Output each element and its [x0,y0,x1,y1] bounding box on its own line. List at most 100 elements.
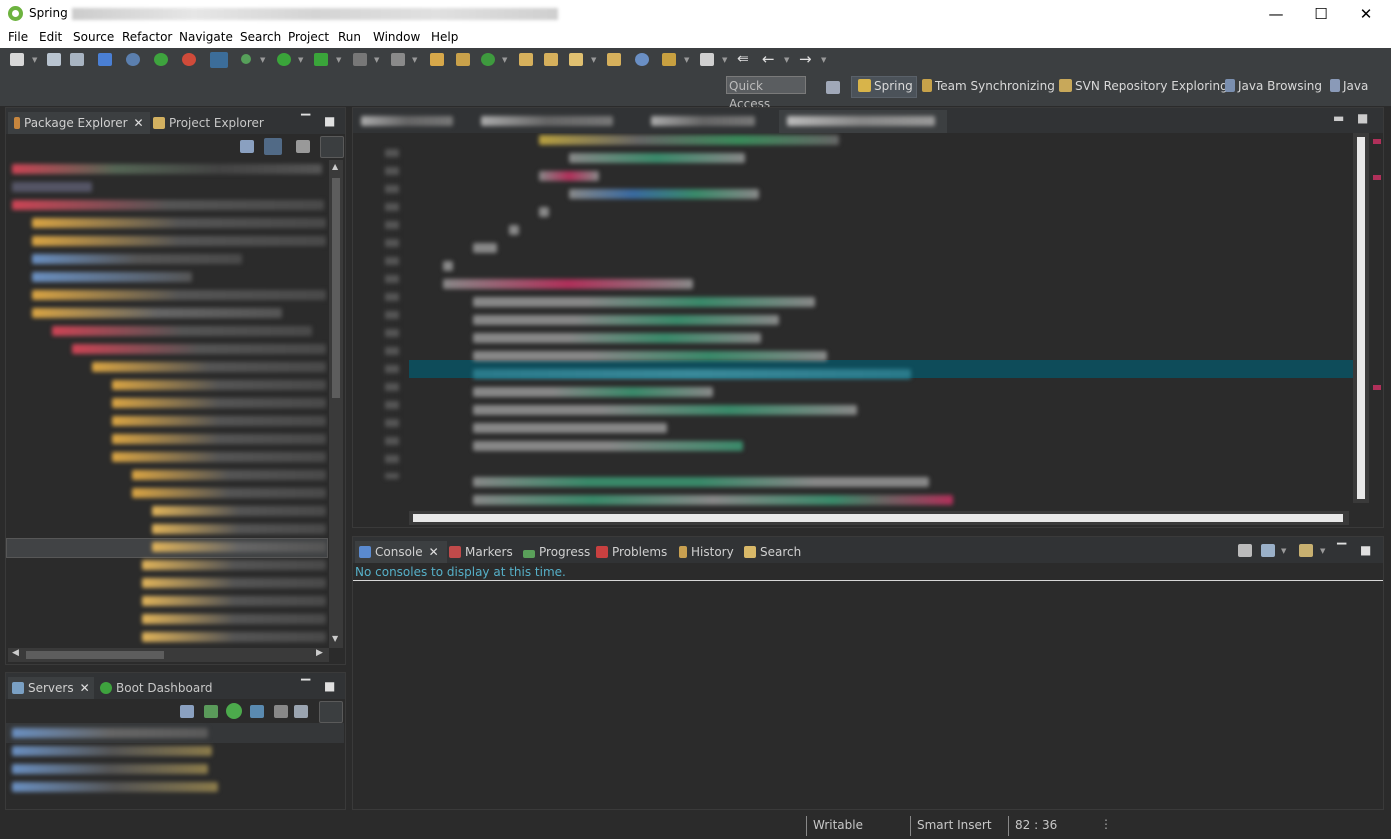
tree-item[interactable] [152,506,326,516]
menu-refactor[interactable]: Refactor [122,30,172,44]
save-all-icon[interactable] [70,53,84,66]
tree-item[interactable] [32,218,326,228]
tab-project-explorer[interactable]: Project Explorer [151,112,264,134]
search-icon[interactable] [569,53,583,66]
new-java-project-icon[interactable] [430,53,444,66]
tree-item[interactable] [152,524,326,534]
display-console-icon[interactable] [1261,544,1275,557]
menu-file[interactable]: File [8,30,28,44]
scroll-thumb[interactable] [332,178,340,398]
quick-access-input[interactable]: Quick Access [726,76,806,111]
forward-dropdown-icon[interactable]: ▼ [821,56,826,64]
tree-item[interactable] [142,560,326,570]
display-console-dropdown-icon[interactable]: ▼ [1281,547,1286,555]
editor-tab[interactable] [651,116,755,126]
maximize-button[interactable]: ☐ [1298,0,1344,28]
collapse-all-icon[interactable] [180,705,194,718]
open-folder-icon[interactable] [607,53,621,66]
new-package-icon[interactable] [456,53,470,66]
open-task-icon[interactable] [544,53,558,66]
maximize-view-icon[interactable]: ■ [324,114,335,128]
skip-breakpoints-icon[interactable] [126,53,140,66]
open-console-icon[interactable] [98,53,112,66]
collapse-all-icon[interactable] [240,140,254,153]
last-edit-icon[interactable] [700,53,714,66]
menu-source[interactable]: Source [73,30,114,44]
tab-history[interactable]: History [679,541,734,563]
stop-server-icon[interactable] [274,705,288,718]
scroll-down-icon[interactable]: ▼ [332,634,338,643]
code-editor[interactable] [353,133,1353,513]
tab-package-explorer[interactable]: Package Explorer ✕ [8,112,150,134]
close-tab-icon[interactable]: ✕ [429,545,439,559]
stop-icon[interactable] [353,53,367,66]
tree-item[interactable] [52,326,312,336]
open-console-icon[interactable] [1299,544,1313,557]
tree-item[interactable] [112,434,326,444]
run-dropdown-icon[interactable]: ▼ [336,56,341,64]
editor-scroll-thumb[interactable] [1357,137,1365,499]
tree-item[interactable] [112,452,326,462]
minimize-view-icon[interactable]: ▔ [1337,543,1346,557]
toggle-mark-icon[interactable] [210,52,228,68]
back-dropdown-icon[interactable]: ▼ [784,56,789,64]
tab-progress[interactable]: Progress [523,541,590,563]
menu-project[interactable]: Project [288,30,329,44]
debug-server-icon[interactable] [204,705,218,718]
minimize-button[interactable]: — [1253,0,1299,28]
run-icon[interactable] [314,53,328,66]
tab-servers[interactable]: Servers ✕ [8,677,94,699]
debug-dropdown-icon[interactable]: ▼ [298,56,303,64]
server-row[interactable] [12,782,218,792]
spring-boot-start-icon[interactable] [154,53,168,66]
tree-item[interactable] [32,308,282,318]
tree-item[interactable] [12,200,324,210]
forward-icon[interactable]: → [799,50,812,68]
new-dropdown-icon[interactable]: ▼ [32,56,37,64]
spring-tool-icon[interactable] [182,53,196,66]
tree-item[interactable] [142,596,326,606]
tree-item[interactable] [12,182,92,192]
back-icon[interactable]: ← [762,50,775,68]
tree-item[interactable] [32,272,192,282]
annotation-nav-icon[interactable] [662,53,676,66]
editor-tab[interactable] [481,116,613,126]
server-row[interactable] [12,728,208,738]
error-marker[interactable] [1373,385,1381,390]
perspective-svn-repository[interactable]: SVN Repository Exploring [1059,79,1228,93]
new-icon[interactable] [10,53,24,66]
maximize-view-icon[interactable]: ■ [324,679,335,693]
close-tab-icon[interactable]: ✕ [134,116,144,130]
menu-search[interactable]: Search [240,30,281,44]
tree-item[interactable] [12,164,322,174]
new-class-dropdown-icon[interactable]: ▼ [502,56,507,64]
tree-item[interactable] [132,470,326,480]
tab-problems[interactable]: Problems [596,541,667,563]
menu-help[interactable]: Help [431,30,458,44]
tree-item[interactable] [132,488,326,498]
open-perspective-icon[interactable] [826,81,840,94]
open-console-dropdown-icon[interactable]: ▼ [1320,547,1325,555]
perspective-java-browsing[interactable]: Java Browsing [1225,79,1322,93]
open-type-icon[interactable] [519,53,533,66]
profile-server-icon[interactable] [250,705,264,718]
editor-tab[interactable] [361,116,453,126]
tree-item[interactable] [142,632,326,642]
error-marker[interactable] [1373,175,1381,180]
vertical-scrollbar[interactable]: ▲ ▼ [329,160,343,648]
scroll-right-icon[interactable]: ▶ [316,648,323,658]
annotation-nav-dropdown-icon[interactable]: ▼ [684,56,689,64]
search-dropdown-icon[interactable]: ▼ [591,56,596,64]
view-menu-icon[interactable] [320,136,344,158]
tree-item[interactable] [32,290,326,300]
error-marker[interactable] [1373,139,1381,144]
tree-item[interactable] [32,236,326,246]
start-server-icon[interactable] [226,703,242,719]
save-icon[interactable] [47,53,61,66]
close-window-button[interactable]: ✕ [1343,0,1389,28]
close-tab-icon[interactable]: ✕ [80,681,90,695]
publish-icon[interactable] [294,705,308,718]
external-tools-icon[interactable] [391,53,405,66]
view-menu-icon[interactable] [319,701,343,723]
focus-task-icon[interactable] [296,140,310,153]
